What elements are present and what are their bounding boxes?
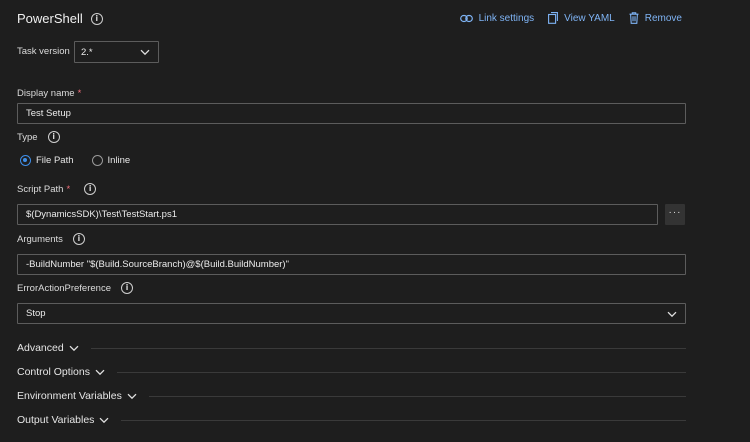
- section-divider: [90, 347, 686, 349]
- info-icon[interactable]: i: [120, 282, 133, 294]
- task-version-label-text: Task version: [17, 46, 70, 57]
- display-name-input[interactable]: Test Setup: [17, 103, 686, 124]
- radio-inline[interactable]: Inline: [91, 155, 131, 166]
- remove-button[interactable]: Remove: [629, 12, 682, 24]
- error-action-value: Stop: [26, 308, 46, 319]
- section-environment-variables-label: Environment Variables: [17, 390, 122, 402]
- task-version-label: Task version: [17, 46, 70, 57]
- chevron-down-icon: [69, 345, 79, 351]
- chevron-down-icon: [140, 49, 150, 56]
- trash-icon: [629, 12, 639, 24]
- task-version-select[interactable]: 2.*: [74, 41, 159, 63]
- arguments-value: -BuildNumber "$(Build.SourceBranch)@$(Bu…: [26, 259, 289, 270]
- display-name-label-text: Display name: [17, 88, 75, 99]
- chevron-down-icon: [95, 369, 105, 375]
- script-path-label: Script Path * i: [17, 183, 97, 195]
- error-action-select[interactable]: Stop: [17, 303, 686, 324]
- link-settings-button[interactable]: Link settings: [459, 12, 535, 24]
- radio-file-path-label: File Path: [36, 155, 74, 166]
- info-icon[interactable]: i: [47, 131, 60, 143]
- type-label-text: Type: [17, 131, 38, 143]
- task-title: PowerShell i: [17, 11, 103, 26]
- type-label: Type i: [17, 131, 60, 143]
- section-control-options-label: Control Options: [17, 366, 90, 378]
- script-path-input[interactable]: $(DynamicsSDK)\Test\TestStart.ps1: [17, 204, 658, 225]
- section-environment-variables[interactable]: Environment Variables: [17, 389, 686, 403]
- section-control-options[interactable]: Control Options: [17, 365, 686, 379]
- section-output-variables-label: Output Variables: [17, 414, 95, 426]
- task-version-value: 2.*: [81, 46, 93, 58]
- arguments-label: Arguments i: [17, 233, 85, 245]
- view-yaml-label: View YAML: [564, 12, 615, 24]
- section-advanced-label: Advanced: [17, 342, 64, 354]
- radio-selected-icon: [20, 155, 31, 166]
- radio-inline-label: Inline: [107, 155, 131, 166]
- error-action-label-text: ErrorActionPreference: [17, 282, 111, 294]
- chevron-down-icon: [667, 311, 677, 318]
- script-path-value: $(DynamicsSDK)\Test\TestStart.ps1: [26, 209, 177, 220]
- display-name-value: Test Setup: [26, 108, 71, 119]
- view-yaml-icon: [548, 12, 559, 24]
- section-divider: [121, 419, 686, 421]
- remove-label: Remove: [644, 12, 682, 24]
- error-action-label: ErrorActionPreference i: [17, 282, 133, 294]
- task-title-text: PowerShell: [17, 11, 83, 26]
- radio-file-path[interactable]: File Path: [20, 155, 74, 166]
- arguments-label-text: Arguments: [17, 233, 63, 245]
- required-marker: *: [66, 183, 71, 195]
- link-settings-label: Link settings: [478, 12, 535, 24]
- script-path-label-text: Script Path: [17, 183, 64, 195]
- section-divider: [116, 371, 686, 373]
- arguments-input[interactable]: -BuildNumber "$(Build.SourceBranch)@$(Bu…: [17, 254, 686, 275]
- chevron-down-icon: [127, 393, 137, 399]
- required-marker: *: [77, 88, 82, 99]
- display-name-label: Display name *: [17, 88, 81, 99]
- view-yaml-button[interactable]: View YAML: [548, 12, 615, 24]
- type-radio-group: File Path Inline: [20, 155, 130, 166]
- section-advanced[interactable]: Advanced: [17, 341, 686, 355]
- info-icon[interactable]: i: [72, 233, 85, 245]
- chevron-down-icon: [99, 417, 109, 423]
- section-output-variables[interactable]: Output Variables: [17, 413, 686, 427]
- section-divider: [148, 395, 686, 397]
- info-icon[interactable]: i: [90, 12, 103, 25]
- radio-unselected-icon: [91, 155, 103, 166]
- header-actions: Link settings View YAML Remove: [459, 12, 682, 24]
- link-icon: [459, 14, 473, 22]
- browse-button[interactable]: ···: [665, 204, 685, 225]
- info-icon[interactable]: i: [84, 183, 97, 195]
